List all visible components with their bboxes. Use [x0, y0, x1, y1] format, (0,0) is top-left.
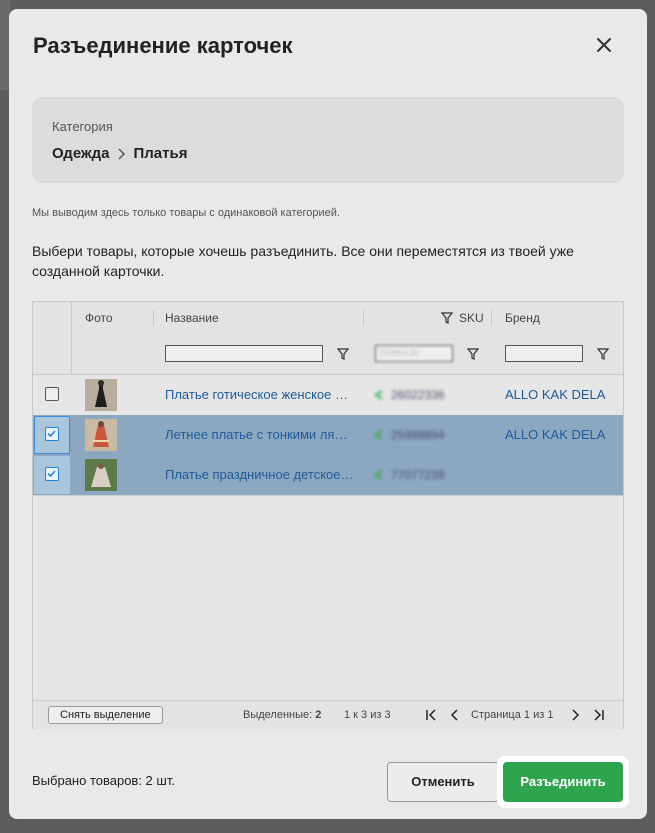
- column-sku[interactable]: SKU: [459, 302, 484, 334]
- chevron-right-icon: [118, 147, 126, 160]
- product-name-link[interactable]: Летнее платье с тонкими лямками: [165, 415, 355, 455]
- product-photo-image: [85, 379, 117, 411]
- product-name-link[interactable]: Платье праздничное детское нарядное: [165, 455, 355, 495]
- selected-summary: Выбрано товаров: 2 шт.: [32, 773, 175, 788]
- next-page-icon[interactable]: [569, 708, 581, 722]
- previous-page-icon[interactable]: [449, 708, 461, 722]
- close-button[interactable]: [592, 33, 616, 57]
- product-photo: [85, 459, 117, 491]
- sku-copy-icon: [374, 390, 383, 400]
- confirm-button-focus: Разъединить: [497, 756, 629, 808]
- row-checkbox[interactable]: [45, 387, 59, 401]
- checkmark-icon: [47, 430, 56, 438]
- selected-label: Выделенные: 2: [243, 701, 321, 729]
- filter-icon[interactable]: [441, 312, 453, 324]
- product-photo: [85, 419, 117, 451]
- row-checkbox[interactable]: [45, 467, 59, 481]
- table-row[interactable]: Летнее платье с тонкими лямками 25999894…: [33, 415, 623, 456]
- name-filter-input[interactable]: [165, 345, 323, 362]
- category-label: Категория: [52, 119, 113, 134]
- checkmark-icon: [47, 470, 56, 478]
- products-grid: Фото Название SKU Бренд 25980130 Платье …: [32, 301, 624, 729]
- brand-link[interactable]: ALLO KAK DELA: [505, 415, 605, 455]
- brand-filter-input[interactable]: [505, 345, 583, 362]
- category-breadcrumb: Одежда Платья: [52, 145, 187, 162]
- first-page-icon[interactable]: [425, 708, 437, 722]
- last-page-icon[interactable]: [593, 708, 605, 722]
- grid-filter-row: 25980130: [33, 334, 623, 375]
- sku-cell[interactable]: 26022336: [373, 383, 479, 407]
- page-indicator: Страница 1 из 1: [471, 709, 554, 721]
- sku-filter-input[interactable]: 25980130: [375, 345, 453, 362]
- dialog-title: Разъединение карточек: [33, 33, 293, 58]
- product-photo-image: [85, 459, 117, 491]
- unlink-cards-dialog: Разъединение карточек Категория Одежда П…: [9, 9, 647, 819]
- column-brand[interactable]: Бренд: [505, 302, 540, 334]
- category-note: Мы выводим здесь только товары с одинако…: [32, 207, 340, 219]
- unlink-button[interactable]: Разъединить: [503, 762, 623, 802]
- column-name[interactable]: Название: [165, 302, 219, 334]
- row-range: 1 к 3 из 3: [344, 709, 391, 721]
- category-level-1: Одежда: [52, 145, 110, 162]
- grid-footer: Снять выделение Выделенные: 2 1 к 3 из 3…: [33, 700, 623, 729]
- selected-count-value: 2: [315, 709, 322, 721]
- sku-value: 25999894: [391, 428, 445, 442]
- instruction-text: Выбери товары, которые хочешь разъединит…: [32, 243, 574, 279]
- grid-header: Фото Название SKU Бренд: [33, 302, 623, 335]
- filter-icon[interactable]: [467, 348, 479, 360]
- column-divider[interactable]: [153, 310, 154, 326]
- sku-copy-icon: [374, 470, 383, 480]
- column-divider: [71, 334, 72, 374]
- column-divider: [71, 302, 72, 334]
- column-photo: Фото: [85, 311, 113, 325]
- category-info: Категория Одежда Платья: [32, 97, 624, 183]
- table-row[interactable]: Платье праздничное детское нарядное 7707…: [33, 455, 623, 496]
- close-icon: [597, 38, 611, 52]
- sku-value: 26022336: [391, 388, 445, 402]
- brand-link[interactable]: ALLO KAK DELA: [505, 375, 605, 415]
- product-photo-image: [85, 419, 117, 451]
- sku-cell[interactable]: 77077239: [373, 463, 479, 487]
- selected-label-text: Выделенные:: [243, 709, 316, 721]
- sku-copy-icon: [374, 430, 383, 440]
- row-checkbox[interactable]: [45, 427, 59, 441]
- category-level-2: Платья: [133, 145, 188, 162]
- filter-icon[interactable]: [597, 348, 609, 360]
- sku-value: 77077239: [391, 468, 445, 482]
- unselect-button[interactable]: Снять выделение: [48, 706, 163, 724]
- filter-icon[interactable]: [337, 348, 349, 360]
- column-divider[interactable]: [363, 310, 364, 326]
- product-name-link[interactable]: Платье готическое женское длинное: [165, 375, 355, 415]
- cancel-button[interactable]: Отменить: [387, 762, 499, 802]
- column-divider[interactable]: [491, 310, 492, 326]
- sku-cell[interactable]: 25999894: [373, 423, 479, 447]
- product-photo: [85, 379, 117, 411]
- table-row[interactable]: Платье готическое женское длинное 260223…: [33, 375, 623, 416]
